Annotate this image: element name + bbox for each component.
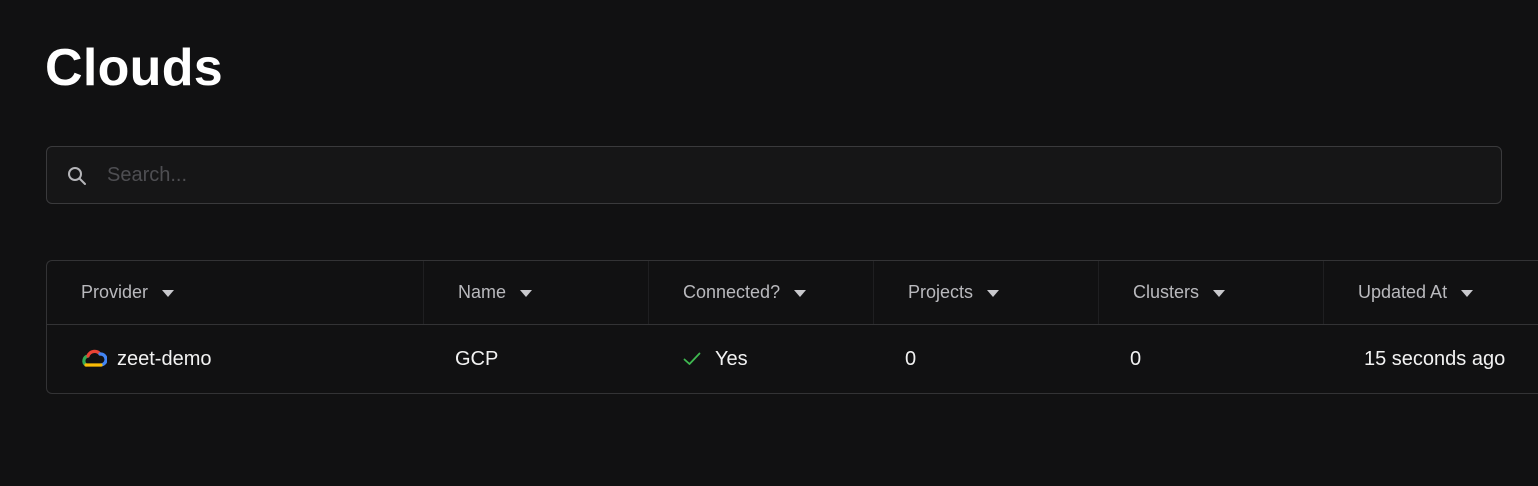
- column-header-label: Connected?: [683, 282, 781, 302]
- column-header-label: Updated At: [1358, 282, 1448, 302]
- table-header: Provider Name Connected? Projects Cluste…: [47, 261, 1538, 325]
- caret-down-icon: [1213, 290, 1226, 297]
- search-icon: [68, 167, 86, 185]
- connected-status: Yes: [715, 347, 748, 370]
- cell-provider: zeet-demo: [81, 325, 212, 393]
- page-title: Clouds: [45, 39, 224, 97]
- column-header-provider[interactable]: Provider: [47, 261, 421, 324]
- search-bar[interactable]: [46, 146, 1502, 204]
- google-cloud-icon: [82, 349, 107, 367]
- cell-connected: Yes: [683, 325, 748, 393]
- column-header-name[interactable]: Name: [423, 261, 648, 324]
- search-input[interactable]: [107, 147, 1487, 203]
- table-row[interactable]: zeet-demo GCP Yes 0 0 15 seconds ago: [47, 325, 1538, 393]
- caret-down-icon: [794, 290, 807, 297]
- provider-name: zeet-demo: [117, 347, 212, 370]
- column-header-updated-at[interactable]: Updated At: [1323, 261, 1538, 324]
- check-icon: [683, 352, 701, 365]
- caret-down-icon: [987, 290, 1000, 297]
- clouds-page: Clouds Provider Name Connected? Projects: [0, 0, 1538, 486]
- cell-projects: 0: [905, 347, 917, 370]
- caret-down-icon: [1461, 290, 1474, 297]
- column-header-projects[interactable]: Projects: [873, 261, 1098, 324]
- column-header-label: Name: [458, 282, 507, 302]
- column-header-label: Provider: [81, 282, 149, 302]
- column-header-connected[interactable]: Connected?: [648, 261, 873, 324]
- clouds-table: Provider Name Connected? Projects Cluste…: [46, 260, 1538, 394]
- column-header-clusters[interactable]: Clusters: [1098, 261, 1323, 324]
- cell-clusters: 0: [1130, 347, 1142, 370]
- column-header-label: Projects: [908, 282, 974, 302]
- cell-name: GCP: [455, 347, 499, 370]
- caret-down-icon: [520, 290, 533, 297]
- caret-down-icon: [162, 290, 175, 297]
- cell-updated-at: 15 seconds ago: [1364, 347, 1506, 370]
- column-header-label: Clusters: [1133, 282, 1200, 302]
